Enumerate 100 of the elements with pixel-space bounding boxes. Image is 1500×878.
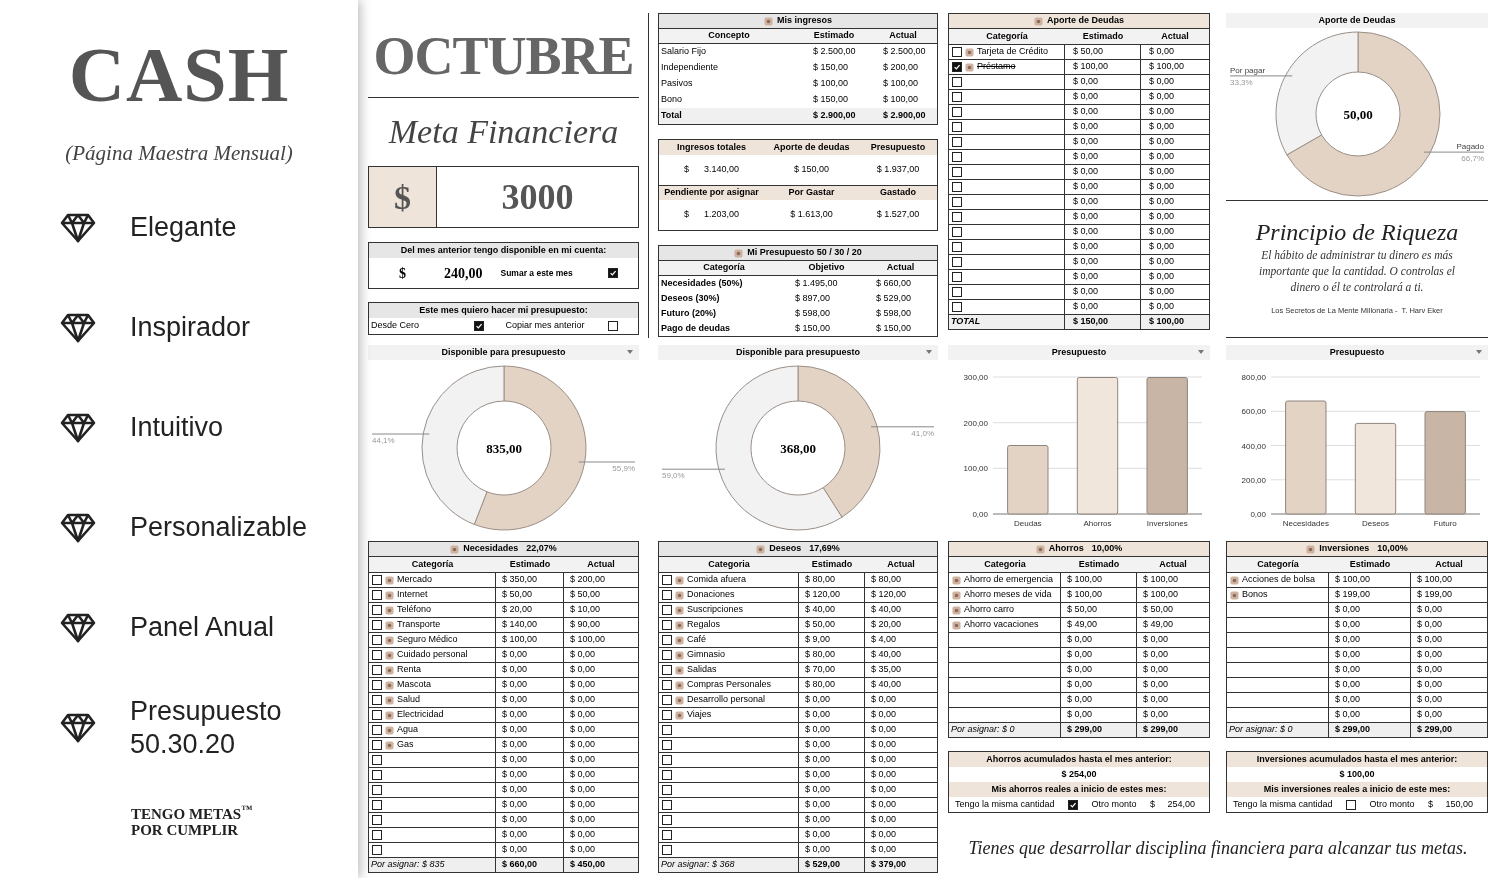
subtitle: (Página Maestra Mensual) <box>65 140 293 167</box>
checkbox[interactable] <box>662 815 672 825</box>
checkbox[interactable] <box>952 257 962 267</box>
checkbox[interactable] <box>662 575 672 585</box>
checkbox[interactable] <box>662 755 672 765</box>
checkbox[interactable] <box>952 212 962 222</box>
checkbox[interactable] <box>952 287 962 297</box>
checkbox[interactable] <box>662 770 672 780</box>
checkbox[interactable] <box>952 272 962 282</box>
checkbox[interactable] <box>372 710 382 720</box>
checkbox[interactable] <box>372 815 382 825</box>
checkbox[interactable] <box>662 665 672 675</box>
checkbox[interactable] <box>662 740 672 750</box>
checkbox[interactable] <box>662 830 672 840</box>
checkbox[interactable] <box>662 785 672 795</box>
checkbox[interactable] <box>662 650 672 660</box>
amount-value: $ 150,00 <box>1427 797 1473 811</box>
checkbox[interactable] <box>372 725 382 735</box>
checkbox[interactable] <box>952 167 962 177</box>
checkbox[interactable] <box>662 605 672 615</box>
checkbox[interactable] <box>952 242 962 252</box>
table-cell-text: $ 0,00 <box>1142 678 1170 692</box>
box-title: Inversiones acumulados hasta el mes anterior: <box>1227 752 1487 767</box>
checkbox[interactable] <box>952 77 962 87</box>
table-cell: $ 0,00 <box>1329 693 1411 707</box>
table-cell: $ 100,00 <box>1065 60 1141 74</box>
emoji-icon <box>385 650 394 660</box>
caret-icon[interactable] <box>1476 350 1482 354</box>
tick-label: 300,00 <box>963 373 988 382</box>
checkbox[interactable] <box>372 800 382 810</box>
checkbox[interactable] <box>952 137 962 147</box>
checkbox[interactable] <box>952 302 962 312</box>
checkbox[interactable] <box>662 695 672 705</box>
checkbox[interactable] <box>608 321 618 331</box>
checkbox[interactable] <box>372 575 382 585</box>
table-cell-text: $ 80,00 <box>870 573 903 587</box>
column-header: Estimado <box>812 29 856 43</box>
column-header: Categoría <box>1256 557 1300 571</box>
table-cell-text: $ 40,00 <box>870 678 903 692</box>
checkbox[interactable] <box>952 47 962 57</box>
table-cell-text: $ 0,00 <box>870 783 898 797</box>
checkbox[interactable] <box>952 107 962 117</box>
checkbox[interactable] <box>662 845 672 855</box>
checkbox[interactable] <box>952 197 962 207</box>
checkbox[interactable] <box>372 590 382 600</box>
category-name: Suscripciones <box>687 603 744 617</box>
caret-icon[interactable] <box>1198 350 1204 354</box>
checkbox[interactable] <box>662 620 672 630</box>
checkbox[interactable] <box>662 680 672 690</box>
table-cell: $ 0,00 <box>1061 633 1137 647</box>
tick-label: 200,00 <box>963 418 988 428</box>
checkbox[interactable] <box>372 665 382 675</box>
table-cell-text: $ 0,00 <box>870 813 898 827</box>
table-cell: $ 0,00 <box>1329 618 1411 632</box>
checkbox[interactable] <box>372 650 382 660</box>
table-cell-text: $ 2.900,00 <box>812 109 857 123</box>
checkbox[interactable] <box>662 800 672 810</box>
checkbox[interactable] <box>952 62 962 72</box>
checkbox[interactable] <box>372 755 382 765</box>
caret-icon[interactable] <box>926 350 932 354</box>
checkbox[interactable] <box>372 830 382 840</box>
checkbox[interactable] <box>372 680 382 690</box>
checkbox[interactable] <box>372 770 382 780</box>
feature-label: Intuitivo <box>130 411 224 444</box>
checkbox[interactable] <box>372 740 382 750</box>
tick-label: 100,00 <box>963 464 988 474</box>
checkbox[interactable] <box>952 182 962 192</box>
option-label: Otro monto <box>1091 797 1137 811</box>
table-cell-text: $ 0,00 <box>870 828 898 842</box>
table-cell: $ 350,00 <box>496 573 564 587</box>
checkbox[interactable] <box>372 785 382 795</box>
table-cell: $ 70,00 <box>799 663 865 677</box>
leader-line <box>661 468 726 470</box>
column-header: Actual <box>1158 557 1188 571</box>
checkbox[interactable] <box>1346 799 1356 810</box>
checkbox[interactable] <box>662 725 672 735</box>
box-subtitle: Mis inversiones reales a inicio de este mes: <box>1227 782 1487 797</box>
caret-icon[interactable] <box>627 350 633 354</box>
checkbox[interactable] <box>1068 799 1078 810</box>
checkbox[interactable] <box>952 152 962 162</box>
checkbox[interactable] <box>608 268 618 278</box>
checkbox[interactable] <box>372 620 382 630</box>
table-cell: $ 0,00 <box>496 783 564 797</box>
checkbox[interactable] <box>372 695 382 705</box>
column-header: Gastado <box>879 186 917 200</box>
emoji-icon <box>675 650 684 660</box>
checkbox[interactable] <box>372 845 382 855</box>
checkbox[interactable] <box>372 635 382 645</box>
category-name: Internet <box>397 588 428 602</box>
table-cell: $ 80,00 <box>799 648 865 662</box>
checkbox[interactable] <box>662 635 672 645</box>
checkbox[interactable] <box>662 590 672 600</box>
table-cell: $ 0,00 <box>496 678 564 692</box>
checkbox[interactable] <box>952 227 962 237</box>
checkbox[interactable] <box>662 710 672 720</box>
checkbox[interactable] <box>473 321 484 331</box>
table-cell-text: $ 0,00 <box>870 693 898 707</box>
checkbox[interactable] <box>372 605 382 615</box>
checkbox[interactable] <box>952 122 962 132</box>
checkbox[interactable] <box>952 92 962 102</box>
